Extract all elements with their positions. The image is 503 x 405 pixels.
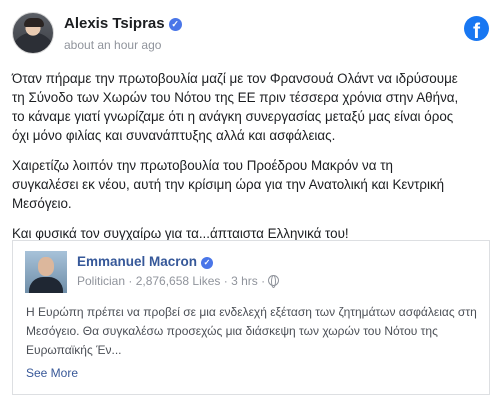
globe-icon	[268, 274, 280, 288]
shared-post-meta-row: Politician · 2,876,658 Likes · 3 hrs ·	[77, 274, 280, 288]
post-paragraph: Όταν πήραμε την πρωτοβουλία μαζί με τον …	[12, 71, 459, 143]
post-header: Alexis Tsipras ✓ about an hour ago f	[12, 12, 491, 56]
see-more-link[interactable]: See More	[26, 366, 78, 380]
author-name-row: Alexis Tsipras ✓	[64, 15, 182, 32]
facebook-post: Alexis Tsipras ✓ about an hour ago f Όταν…	[0, 0, 503, 405]
shared-author-name[interactable]: Emmanuel Macron	[77, 254, 197, 269]
shared-post-text: Η Ευρώπη πρέπει να προβεί σε μια ενδελεχ…	[26, 305, 477, 357]
shared-post-header: Emmanuel Macron ✓ Politician · 2,876,658 …	[25, 251, 479, 293]
author-name[interactable]: Alexis Tsipras	[64, 15, 165, 32]
facebook-logo-icon[interactable]: f	[464, 16, 489, 43]
post-body: Όταν πήραμε την πρωτοβουλία μαζί με τον …	[12, 69, 490, 254]
author-avatar[interactable]	[12, 12, 54, 54]
post-timestamp[interactable]: about an hour ago	[64, 38, 161, 52]
shared-post-meta: Politician · 2,876,658 Likes · 3 hrs ·	[77, 274, 266, 288]
shared-author-name-row: Emmanuel Macron ✓	[77, 254, 214, 269]
verified-badge-icon: ✓	[168, 18, 182, 31]
shared-post-card[interactable]: Emmanuel Macron ✓ Politician · 2,876,658 …	[12, 240, 490, 395]
shared-author-avatar[interactable]	[25, 251, 67, 293]
verified-badge-icon: ✓	[201, 257, 214, 269]
post-paragraph: Χαιρετίζω λοιπόν την πρωτοβουλία του Προ…	[12, 158, 445, 211]
